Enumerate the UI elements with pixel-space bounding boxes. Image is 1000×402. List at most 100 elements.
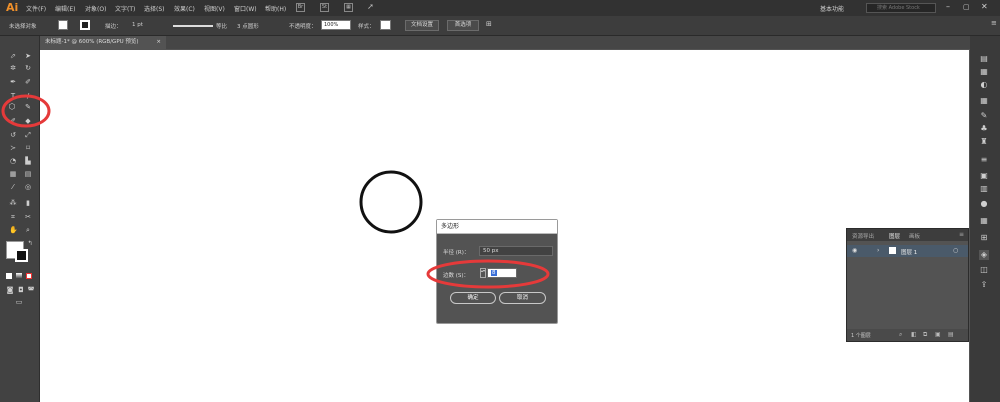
clipping-mask-icon[interactable]: ◧	[911, 331, 917, 338]
symbol-sprayer-tool-icon[interactable]: ⁂	[9, 199, 17, 207]
screen-mode-icon[interactable]: ▭	[15, 298, 23, 306]
menu-view[interactable]: 视图(V)	[204, 4, 225, 13]
free-transform-tool-icon[interactable]: ⌑	[24, 144, 32, 152]
draw-behind-icon[interactable]: ◘	[17, 286, 25, 294]
ok-button[interactable]: 确定	[450, 292, 496, 304]
align-panel-icon[interactable]: ▦	[979, 216, 989, 226]
target-circle-icon[interactable]: ○	[953, 247, 958, 254]
stroke-profile-label[interactable]: 等比	[216, 22, 227, 30]
tab-layers[interactable]: 图层	[889, 232, 900, 240]
cancel-button[interactable]: 取消	[499, 292, 546, 304]
arrange-documents-icon[interactable]: ▦	[344, 3, 353, 12]
visibility-eye-icon[interactable]: ◉	[852, 247, 857, 254]
column-graph-tool-icon[interactable]: ▮	[24, 199, 32, 207]
gradient-mode-icon[interactable]	[16, 273, 22, 279]
slice-tool-icon[interactable]: ✂	[24, 213, 32, 221]
fill-swatch[interactable]	[58, 20, 68, 30]
paintbrush-tool-icon[interactable]: ✎	[24, 103, 32, 111]
swap-colors-icon[interactable]: ↰	[26, 240, 34, 248]
stroke-profile-preview[interactable]	[173, 25, 213, 27]
shaper-tool-icon[interactable]: ✐	[9, 117, 17, 125]
document-setup-button[interactable]: 文档设置	[405, 20, 439, 31]
pen-tool-icon[interactable]: ✒	[9, 78, 17, 86]
graphic-styles-panel-icon[interactable]: ♜	[979, 137, 989, 147]
gradient-panel-icon[interactable]: ▣	[979, 171, 989, 181]
menu-edit[interactable]: 编辑(E)	[55, 4, 75, 13]
hand-tool-icon[interactable]: ✋	[9, 226, 18, 234]
draw-inside-icon[interactable]: ◚	[27, 286, 35, 294]
new-sublayer-icon[interactable]: ⧉	[923, 331, 927, 339]
magic-wand-tool-icon[interactable]: ✲	[9, 64, 17, 72]
transparency-panel-icon[interactable]: ▥	[979, 184, 989, 194]
stock-icon[interactable]: St	[320, 3, 329, 12]
panel-menu-icon[interactable]: ≡	[991, 19, 997, 27]
menu-object[interactable]: 对象(O)	[85, 4, 106, 13]
style-swatch[interactable]	[380, 20, 391, 30]
zoom-tool-icon[interactable]: ⌕	[24, 226, 32, 234]
document-tab[interactable]: 未标题-1* @ 600% (RGB/GPU 预览) ×	[40, 36, 166, 49]
preferences-button[interactable]: 首选项	[447, 20, 479, 31]
expand-arrow-icon[interactable]: ›	[877, 247, 879, 254]
none-mode-icon[interactable]	[26, 273, 32, 279]
tab-asset-export[interactable]: 资源导出	[852, 232, 874, 240]
radius-input[interactable]: 50 px	[479, 246, 553, 256]
gpu-rocket-icon[interactable]: ➚	[366, 3, 375, 12]
stroke-weight-field[interactable]: 1 pt	[132, 22, 143, 28]
menu-select[interactable]: 选择(S)	[144, 4, 165, 13]
brushes-panel-icon[interactable]: ✎	[979, 111, 989, 121]
eraser-tool-icon[interactable]: ◆	[24, 117, 32, 125]
bridge-icon[interactable]: Br	[296, 3, 305, 12]
arrange-icon[interactable]: ⊞	[486, 20, 492, 28]
curvature-tool-icon[interactable]: ✐	[24, 78, 32, 86]
color-guide-panel-icon[interactable]: ◐	[979, 80, 989, 90]
artboard-tool-icon[interactable]: ⌗	[9, 213, 17, 221]
close-tab-icon[interactable]: ×	[156, 36, 161, 49]
workspace-switcher[interactable]: 基本功能	[820, 4, 844, 13]
color-mode-icon[interactable]	[6, 273, 12, 279]
brush-selector[interactable]: 3 点圆形	[237, 22, 259, 30]
minimize-icon[interactable]: –	[946, 2, 950, 11]
layers-panel-icon[interactable]: ◈	[979, 250, 989, 260]
transform-panel-icon[interactable]: ⊞	[979, 233, 989, 243]
stroke-swatch[interactable]	[80, 20, 90, 30]
menu-effect[interactable]: 效果(C)	[174, 4, 195, 13]
stroke-color-swatch[interactable]	[15, 249, 28, 262]
properties-panel-icon[interactable]: ▤	[979, 54, 989, 64]
delete-layer-icon[interactable]: ▤	[948, 331, 954, 338]
stock-search-input[interactable]: 搜索 Adobe Stock	[866, 3, 936, 13]
asset-export-panel-icon[interactable]: ⇪	[979, 280, 989, 290]
maximize-icon[interactable]: ▢	[963, 3, 970, 11]
menu-window[interactable]: 窗口(W)	[234, 4, 257, 13]
new-layer-icon[interactable]: ▣	[935, 331, 941, 338]
eyedropper-tool-icon[interactable]: ⁄	[9, 183, 17, 191]
menu-type[interactable]: 文字(T)	[115, 4, 135, 13]
layer-row[interactable]: ◉ › 图层 1 ○	[847, 245, 968, 257]
swatches-panel-icon[interactable]: ▦	[979, 96, 989, 106]
direct-selection-tool-icon[interactable]: ➤	[24, 52, 32, 60]
tab-artboards[interactable]: 画板	[909, 232, 920, 240]
drawn-circle-shape[interactable]	[359, 170, 423, 234]
locate-object-icon[interactable]: ⌕	[899, 331, 902, 339]
gradient-tool-icon[interactable]: ▤	[24, 170, 32, 178]
mesh-tool-icon[interactable]: ▦	[9, 170, 17, 178]
symbols-panel-icon[interactable]: ♣	[979, 124, 989, 134]
layer-name[interactable]: 图层 1	[901, 248, 917, 256]
artboards-panel-icon[interactable]: ◫	[979, 265, 989, 275]
panel-menu-icon[interactable]: ≡	[959, 231, 964, 238]
sides-stepper-icon[interactable]: ▴▾	[480, 268, 486, 278]
width-tool-icon[interactable]: ≻	[9, 144, 17, 152]
blend-tool-icon[interactable]: ◎	[24, 183, 32, 191]
lasso-tool-icon[interactable]: ↻	[24, 64, 32, 72]
rotate-tool-icon[interactable]: ↺	[9, 131, 17, 139]
menu-help[interactable]: 帮助(H)	[265, 4, 286, 13]
line-tool-icon[interactable]: /	[24, 92, 32, 100]
type-tool-icon[interactable]: T	[9, 92, 17, 100]
selection-tool-icon[interactable]: ⬀	[9, 52, 17, 60]
polygon-tool-icon[interactable]: ⬡	[8, 103, 16, 111]
shape-builder-tool-icon[interactable]: ◔	[9, 157, 17, 165]
menu-file[interactable]: 文件(F)	[26, 4, 46, 13]
draw-normal-icon[interactable]: ◙	[6, 286, 14, 294]
perspective-grid-tool-icon[interactable]: ▙	[24, 157, 32, 165]
appearance-panel-icon[interactable]: ●	[979, 199, 989, 209]
opacity-field[interactable]: 100%	[321, 20, 351, 30]
